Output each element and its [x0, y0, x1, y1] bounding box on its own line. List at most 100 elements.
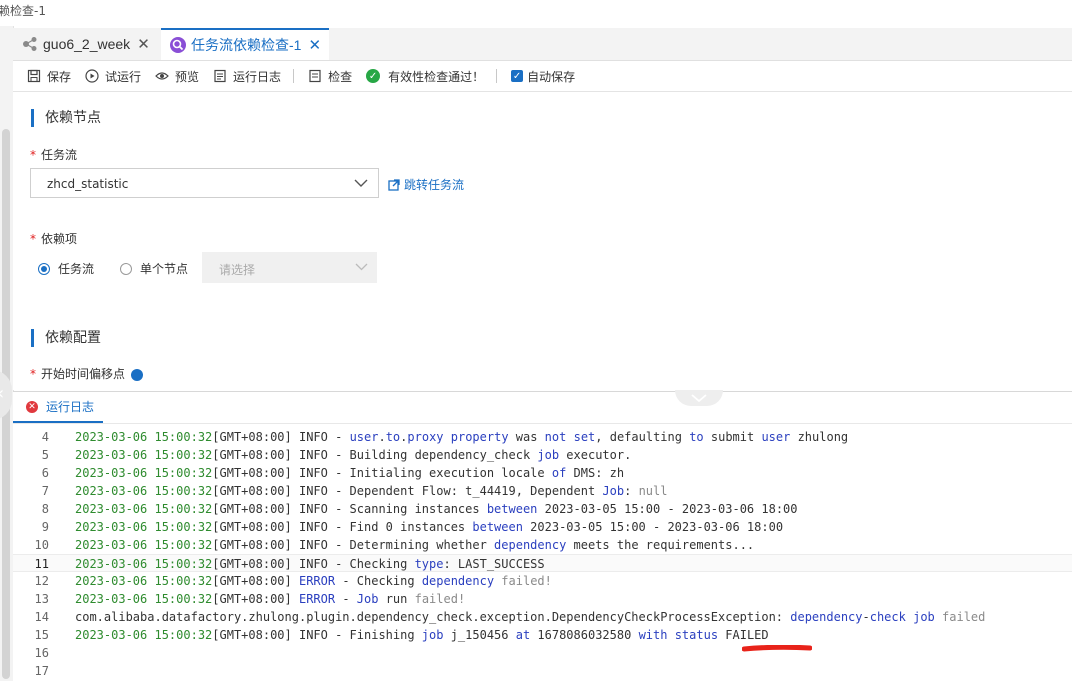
- log-line: 15 2023-03-06 15:00:32[GMT+08:00] INFO - …: [13, 626, 1072, 644]
- flow-field-label: * 任务流: [30, 146, 77, 163]
- checklist-icon: [309, 69, 321, 83]
- close-icon[interactable]: ✕: [308, 36, 321, 54]
- panel-collapse-handle[interactable]: ‹: [0, 370, 12, 420]
- tab-label: 任务流依赖检查-1: [191, 37, 302, 53]
- radio-single-node[interactable]: 单个节点: [120, 260, 188, 277]
- run-log-button[interactable]: 运行日志: [213, 68, 281, 85]
- toolbar-divider: [496, 69, 498, 83]
- log-line: 13 2023-03-06 15:00:32[GMT+08:00] ERROR -…: [13, 590, 1072, 608]
- required-asterisk: *: [30, 148, 36, 162]
- log-tab-label: 运行日志: [46, 400, 95, 414]
- log-text: 2023-03-06 15:00:32[GMT+08:00] INFO - Fi…: [75, 626, 769, 644]
- log-timestamp: 2023-03-06 15:00:32: [75, 574, 213, 588]
- tab-guo6-2-week[interactable]: guo6_2_week ✕: [13, 28, 162, 60]
- eye-icon: [155, 72, 169, 80]
- log-message: [GMT+08:00] INFO - Initialing execution …: [212, 466, 625, 480]
- log-timestamp: 2023-03-06 15:00:32: [75, 484, 213, 498]
- log-line: 12 2023-03-06 15:00:32[GMT+08:00] ERROR -…: [13, 572, 1072, 590]
- radio-unselected-icon: [120, 262, 132, 275]
- log-line: 4 2023-03-06 15:00:32[GMT+08:00] INFO - u…: [13, 428, 1072, 446]
- log-text: 2023-03-06 15:00:32[GMT+08:00] INFO - us…: [75, 428, 848, 446]
- chevron-left-icon: ‹: [0, 383, 4, 404]
- trial-run-button[interactable]: 试运行: [85, 68, 141, 85]
- validity-label: 有效性检查通过！: [388, 69, 485, 84]
- save-button[interactable]: 保存: [27, 68, 71, 85]
- line-number: 4: [41, 430, 49, 444]
- log-timestamp: 2023-03-06 15:00:32: [75, 592, 213, 606]
- radio-flow[interactable]: 任务流: [38, 260, 94, 277]
- line-number: 16: [34, 646, 49, 660]
- log-text: 2023-03-06 15:00:32[GMT+08:00] INFO - Fi…: [75, 518, 783, 536]
- line-number: 11: [34, 557, 49, 571]
- required-asterisk: *: [30, 367, 36, 381]
- save-icon: [27, 69, 41, 83]
- preview-button[interactable]: 预览: [155, 68, 199, 85]
- check-label: 检查: [328, 69, 353, 84]
- log-line: 7 2023-03-06 15:00:32[GMT+08:00] INFO - D…: [13, 482, 1072, 500]
- chevron-down-icon: [691, 394, 707, 402]
- run-log-label: 运行日志: [233, 69, 282, 84]
- tab-label: guo6_2_week: [43, 36, 131, 52]
- check-button[interactable]: 检查: [308, 68, 352, 85]
- close-icon[interactable]: ✕: [137, 35, 150, 53]
- section-title-dependency-config: 依赖配置: [31, 329, 101, 347]
- log-timestamp: 2023-03-06 15:00:32: [75, 430, 213, 444]
- log-timestamp: 2023-03-06 15:00:32: [75, 502, 213, 516]
- trial-run-label: 试运行: [105, 69, 142, 84]
- run-log-panel: ✕ 运行日志 4 2023-03-06 15:00:32[GMT+08:00] I…: [13, 390, 1072, 682]
- log-text: 2023-03-06 15:00:32[GMT+08:00] ERROR - J…: [75, 590, 465, 608]
- tab-dependency-check[interactable]: 任务流依赖检查-1 ✕: [161, 28, 329, 60]
- node-select[interactable]: 请选择: [202, 252, 377, 283]
- log-text: 2023-03-06 15:00:32[GMT+08:00] INFO - Sc…: [75, 500, 798, 518]
- log-message: [GMT+08:00] INFO - Find 0 instances betw…: [212, 520, 784, 534]
- line-number: 15: [34, 628, 49, 642]
- log-line: 16: [13, 644, 1072, 662]
- checkbox-checked-icon: ✓: [511, 70, 524, 82]
- log-line: 9 2023-03-06 15:00:32[GMT+08:00] INFO - F…: [13, 518, 1072, 536]
- divider: [13, 423, 1072, 424]
- line-number: 7: [41, 484, 49, 498]
- check-circle-icon: ✓: [366, 69, 381, 83]
- node-select-placeholder: 请选择: [219, 263, 256, 277]
- flow-select[interactable]: zhcd_statistic: [30, 168, 379, 198]
- log-message: [GMT+08:00] INFO - Determining whether d…: [212, 538, 755, 552]
- log-line: 8 2023-03-06 15:00:32[GMT+08:00] INFO - S…: [13, 500, 1072, 518]
- log-tab[interactable]: ✕ 运行日志: [13, 392, 103, 423]
- dependency-item-label: * 依赖项: [30, 230, 77, 247]
- autosave-checkbox[interactable]: ✓ 自动保存: [511, 68, 575, 85]
- jump-to-flow-link[interactable]: 跳转任务流: [388, 176, 464, 193]
- jump-link-label: 跳转任务流: [404, 178, 465, 192]
- log-text: 2023-03-06 15:00:32[GMT+08:00] INFO - De…: [75, 482, 667, 500]
- log-message: [GMT+08:00] INFO - Dependent Flow: t_444…: [212, 484, 668, 498]
- required-asterisk: *: [30, 232, 36, 246]
- external-link-icon: [388, 178, 400, 191]
- log-line: 6 2023-03-06 15:00:32[GMT+08:00] INFO - I…: [13, 464, 1072, 482]
- workflow-icon: [23, 37, 37, 51]
- editor-tabs: guo6_2_week ✕ 任务流依赖检查-1 ✕: [13, 28, 1072, 61]
- line-number: 13: [34, 592, 49, 606]
- log-line: 5 2023-03-06 15:00:32[GMT+08:00] INFO - B…: [13, 446, 1072, 464]
- log-message: [GMT+08:00] INFO - Checking type: LAST_S…: [212, 557, 545, 571]
- save-label: 保存: [47, 69, 72, 84]
- left-edge-panel: ‹: [0, 26, 14, 681]
- play-icon: [85, 69, 99, 83]
- log-message: [GMT+08:00] INFO - Finishing job j_15045…: [212, 628, 769, 642]
- log-timestamp: 2023-03-06 15:00:32: [75, 538, 213, 552]
- flow-select-value: zhcd_statistic: [47, 177, 129, 191]
- form-content: 依赖节点 * 任务流 zhcd_statistic 跳转任务流 * 依赖项 任务流 …: [13, 92, 1072, 390]
- editor-toolbar: 保存 试运行 预览 运行日志 检查 ✓ 有效性检查通过！ ✓ 自动保存: [13, 61, 1072, 92]
- log-line: 11 2023-03-06 15:00:32[GMT+08:00] INFO - …: [13, 554, 1072, 572]
- radio-selected-icon: [38, 262, 50, 275]
- log-message: [GMT+08:00] ERROR - Checking dependency …: [212, 574, 552, 588]
- log-text: 2023-03-06 15:00:32[GMT+08:00] INFO - De…: [75, 536, 754, 554]
- log-text: 2023-03-06 15:00:32[GMT+08:00] INFO - In…: [75, 464, 624, 482]
- start-offset-label: * 开始时间偏移点: [30, 365, 144, 382]
- validity-status: ✓ 有效性检查通过！: [366, 68, 484, 85]
- collapse-log-button[interactable]: [675, 390, 723, 406]
- log-timestamp: 2023-03-06 15:00:32: [75, 448, 213, 462]
- line-number: 17: [34, 664, 49, 678]
- log-line: 17: [13, 662, 1072, 680]
- line-number: 5: [41, 448, 49, 462]
- info-icon[interactable]: [131, 368, 144, 381]
- dependency-item-text: 依赖项: [41, 232, 78, 246]
